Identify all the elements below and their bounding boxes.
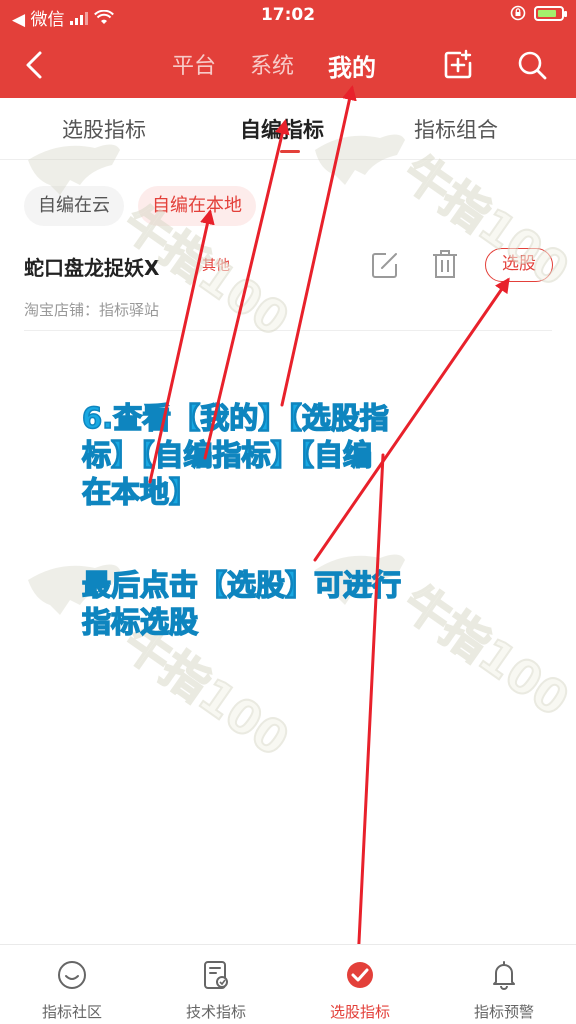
- tab-label: 指标预警: [473, 1003, 534, 1021]
- chat-smile-icon: [58, 960, 86, 990]
- tab-label: 指标社区: [41, 1003, 102, 1021]
- active-tab-indicator: [280, 150, 300, 153]
- status-time: 17:02: [260, 5, 316, 25]
- tab-community[interactable]: 指标社区: [0, 959, 144, 1022]
- annotation-line: 在本地】: [81, 474, 199, 510]
- annotation-line: 指标选股: [81, 604, 199, 640]
- divider: [24, 330, 552, 331]
- select-stock-button[interactable]: 选股: [485, 248, 553, 282]
- battery-icon: [534, 5, 567, 21]
- trash-icon[interactable]: [430, 248, 460, 280]
- tab-label: 选股指标: [329, 1003, 390, 1021]
- orientation-lock-icon: [510, 5, 526, 21]
- search-icon[interactable]: [516, 49, 548, 81]
- status-bar: ◀ 微信 17:02: [0, 0, 576, 32]
- annotation-line: 最后点击【选股】可进行: [81, 567, 402, 603]
- back-arrow-icon[interactable]: [20, 50, 50, 80]
- edit-icon[interactable]: [370, 250, 400, 280]
- chip-local[interactable]: 自编在本地: [138, 186, 256, 226]
- indicator-title[interactable]: 蛇口盘龙捉妖X: [24, 252, 159, 281]
- nav-bar: 平台 系统 我的: [0, 32, 576, 98]
- nav-tab-platform[interactable]: 平台: [172, 48, 216, 83]
- sub-tab-custom[interactable]: 自编指标: [240, 114, 324, 144]
- tab-alert[interactable]: 指标预警: [432, 959, 576, 1022]
- annotation-text: 6.查看【我的】【选股指 标】【自编指标】【自编 在本地】 最后点击【选股】可进…: [81, 400, 502, 641]
- tab-label: 技术指标: [185, 1003, 246, 1021]
- annotation-line: 6.查看【我的】【选股指: [81, 400, 389, 436]
- annotation-gap: [82, 511, 502, 567]
- annotation-line: 标】【自编指标】【自编: [81, 437, 373, 473]
- status-right: [510, 5, 567, 21]
- bell-icon: [493, 961, 515, 990]
- chart-doc-icon: [204, 961, 228, 989]
- indicator-tag: 其他: [202, 258, 230, 274]
- chip-cloud[interactable]: 自编在云: [24, 186, 124, 226]
- add-square-icon[interactable]: [442, 49, 474, 81]
- nav-tab-system[interactable]: 系统: [250, 48, 294, 83]
- tab-technical[interactable]: 技术指标: [144, 959, 288, 1022]
- source-chips: 自编在云 自编在本地: [24, 186, 256, 226]
- bottom-tab-bar: 指标社区 技术指标 选股指标 指标预警: [0, 944, 576, 1024]
- nav-tab-mine[interactable]: 我的: [328, 48, 376, 83]
- check-circle-icon: [347, 962, 373, 988]
- tab-stock-select[interactable]: 选股指标: [288, 959, 432, 1022]
- sub-tab-combo[interactable]: 指标组合: [414, 114, 498, 144]
- sub-tab-stock-select[interactable]: 选股指标: [62, 114, 146, 144]
- shop-info: 淘宝店铺：指标驿站: [24, 301, 160, 319]
- nav-tabs: 平台 系统 我的: [172, 48, 376, 83]
- sub-tabs: 选股指标 自编指标 指标组合: [0, 98, 576, 160]
